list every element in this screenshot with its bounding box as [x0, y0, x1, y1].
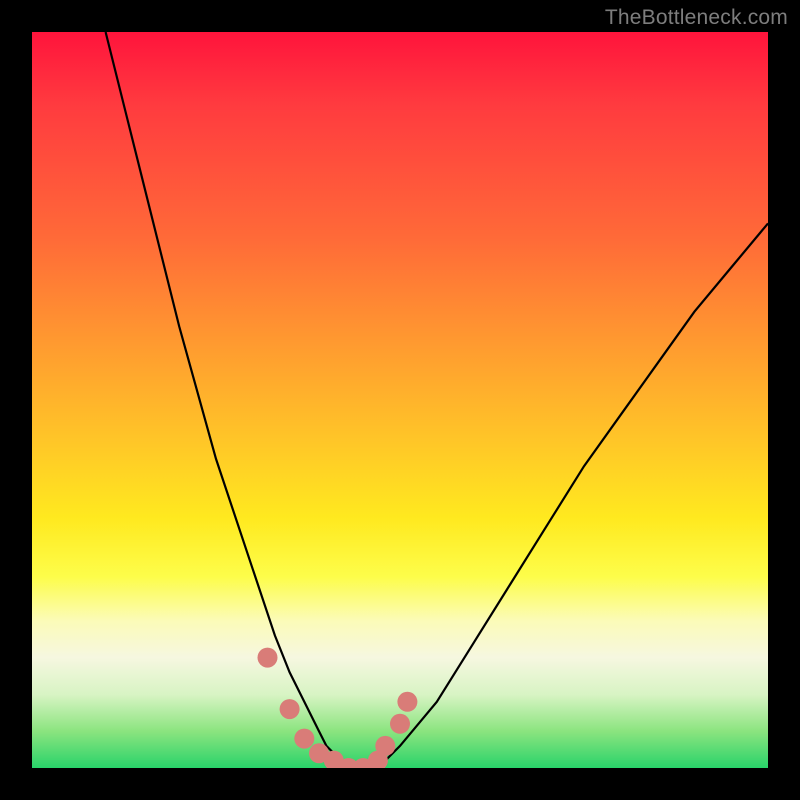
marker-dot: [397, 692, 417, 712]
marker-dot: [294, 729, 314, 749]
marker-dot: [390, 714, 410, 734]
marker-group: [258, 648, 418, 768]
bottleneck-curve-svg: [32, 32, 768, 768]
chart-frame: TheBottleneck.com: [0, 0, 800, 800]
curve-path: [106, 32, 768, 768]
plot-area: [32, 32, 768, 768]
marker-dot: [258, 648, 278, 668]
marker-dot: [280, 699, 300, 719]
watermark-text: TheBottleneck.com: [605, 6, 788, 30]
marker-dot: [375, 736, 395, 756]
